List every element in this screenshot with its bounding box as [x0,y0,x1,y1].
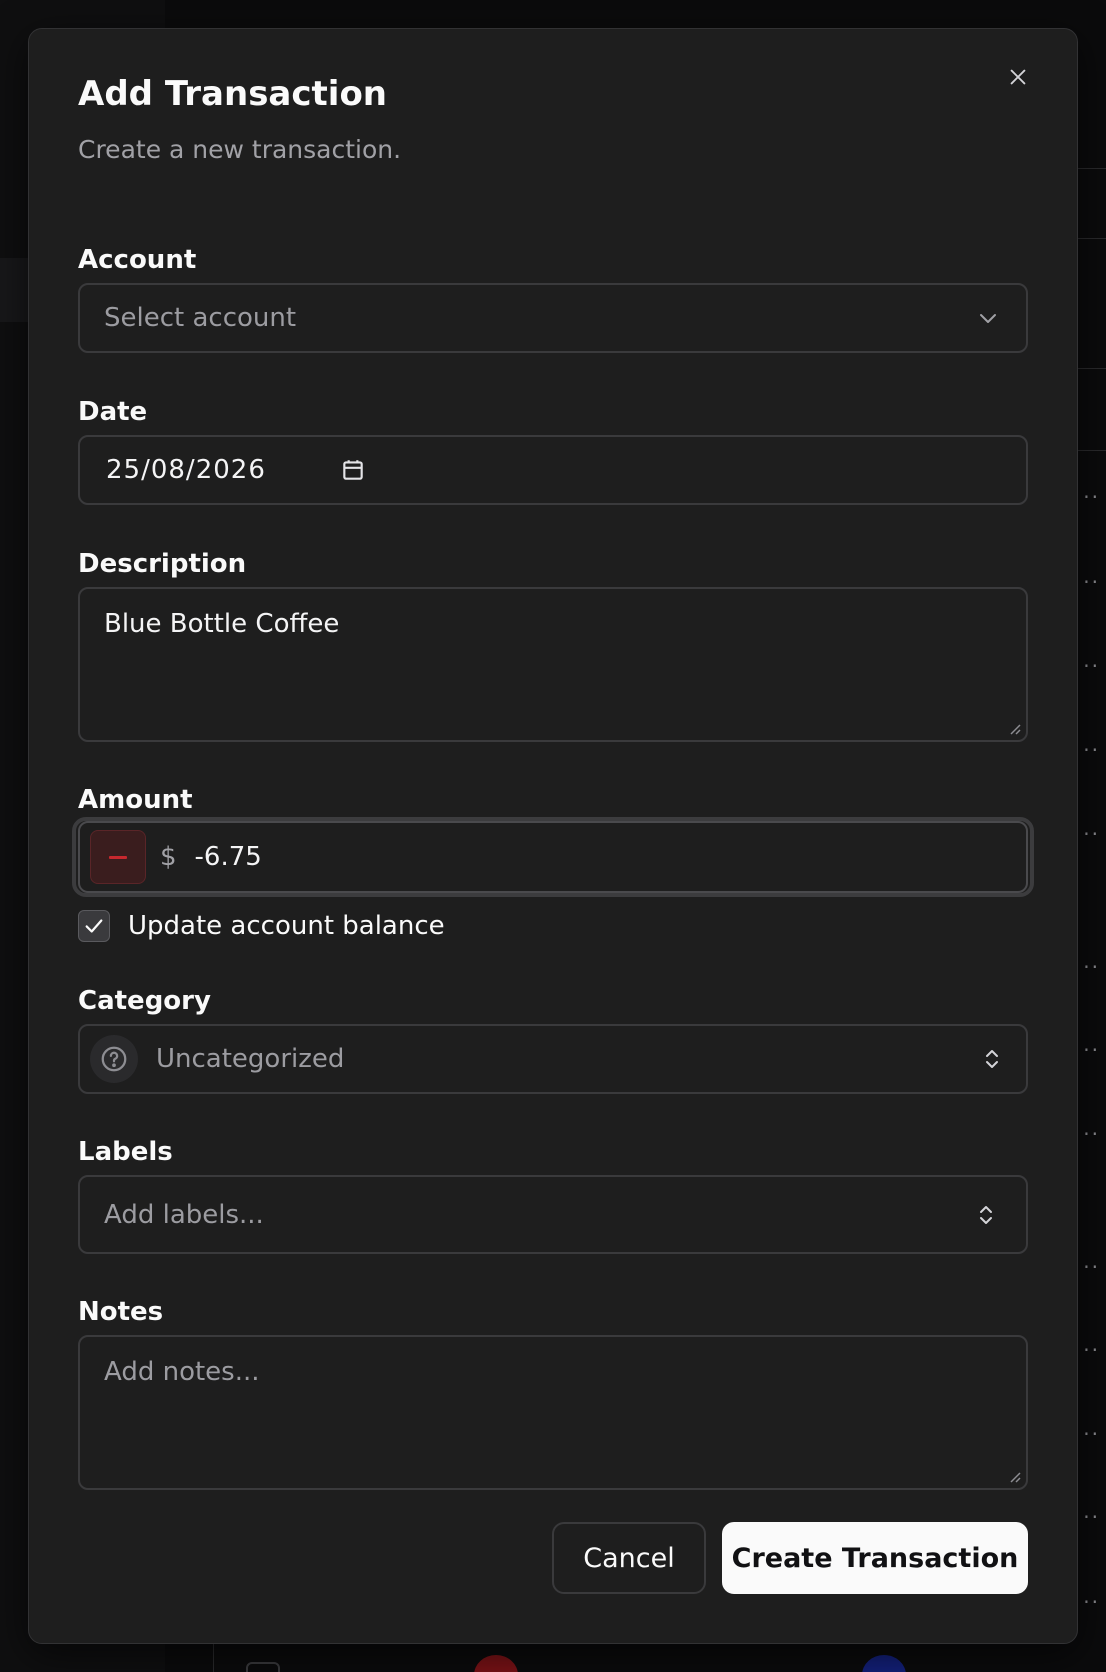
update-balance-checkbox[interactable] [78,910,110,942]
account-select-placeholder: Select account [104,303,297,333]
chevrons-up-down-icon [980,1205,992,1224]
chevrons-up-down-icon [986,1050,998,1068]
background-divider [213,1640,214,1672]
labels-label: Labels [78,1137,173,1167]
description-textarea[interactable]: Blue Bottle Coffee [78,587,1028,742]
question-circle-icon [101,1046,127,1072]
update-balance-label[interactable]: Update account balance [128,911,445,941]
description-label: Description [78,549,247,579]
amount-input[interactable]: $ -6.75 [78,821,1028,893]
calendar-icon[interactable] [340,457,366,483]
dialog-title: Add Transaction [78,74,388,114]
background-checkbox [246,1662,280,1672]
close-icon [1010,69,1026,85]
check-icon [85,919,103,933]
account-label: Account [78,245,197,275]
amount-label: Amount [78,785,193,815]
date-input[interactable]: 25/08/2026 [78,435,1028,505]
chevron-down-icon [980,314,996,323]
notes-placeholder: Add notes... [104,1357,260,1387]
labels-combobox[interactable]: Add labels... [78,1175,1028,1254]
amount-sign-toggle[interactable] [90,830,146,884]
update-balance-row: Update account balance [78,910,445,942]
dialog-subtitle: Create a new transaction. [78,135,402,164]
resize-grip-icon[interactable] [1006,720,1022,736]
category-combobox[interactable]: Uncategorized [78,1024,1028,1094]
category-label: Category [78,986,211,1016]
date-value: 25/08/2026 [106,455,266,485]
date-label: Date [78,397,148,427]
category-value: Uncategorized [156,1044,345,1074]
account-select[interactable]: Select account [78,283,1028,353]
cancel-button[interactable]: Cancel [552,1522,706,1594]
notes-textarea[interactable]: Add notes... [78,1335,1028,1490]
close-button[interactable] [1001,60,1035,94]
notes-label: Notes [78,1297,164,1327]
amount-value: -6.75 [194,842,262,872]
labels-placeholder: Add labels... [104,1199,264,1230]
currency-symbol: $ [160,842,177,872]
create-transaction-button[interactable]: Create Transaction [722,1522,1028,1594]
description-value: Blue Bottle Coffee [104,609,340,639]
minus-icon [109,855,127,859]
category-icon-badge [90,1035,138,1083]
resize-grip-icon[interactable] [1006,1468,1022,1484]
